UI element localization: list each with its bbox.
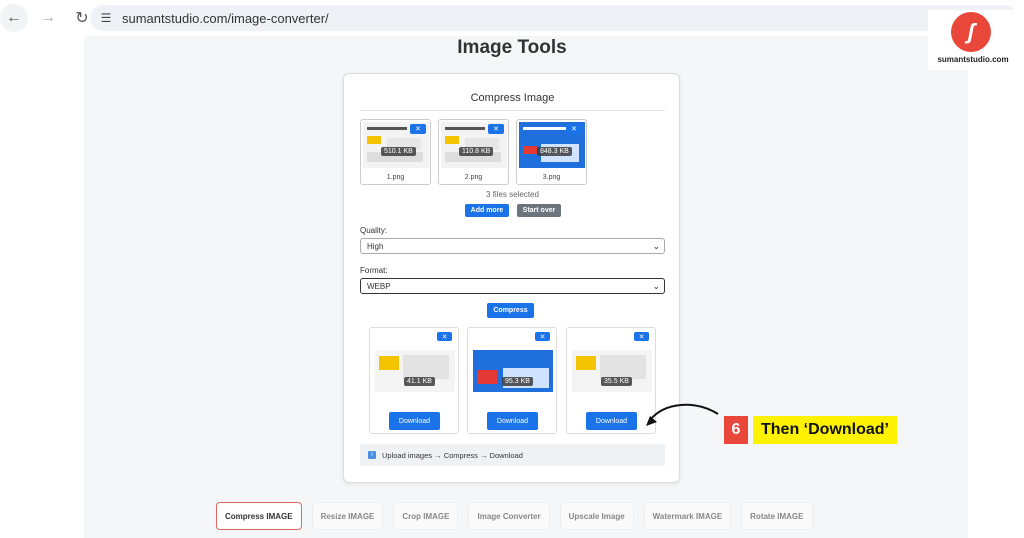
tab-crop-image[interactable]: Crop IMAGE (393, 502, 459, 530)
quality-select[interactable]: High ⌄ (360, 238, 665, 254)
quality-label: Quality: (360, 226, 388, 235)
format-select[interactable]: WEBP ⌄ (360, 278, 665, 294)
back-icon[interactable]: ← (0, 4, 28, 32)
download-button[interactable]: Download (389, 412, 440, 430)
tab-resize-image[interactable]: Resize IMAGE (311, 502, 384, 530)
remove-icon[interactable]: ✕ (437, 332, 452, 341)
workflow-hint: i Upload images → Compress → Download (360, 444, 665, 466)
tab-watermark-image[interactable]: Watermark IMAGE (643, 502, 732, 530)
result-size-badge: 41.1 KB (404, 377, 435, 386)
thumbnail-card: ✕ 848.3 KB 3.png (516, 119, 587, 185)
format-label: Format: (360, 266, 388, 275)
site-settings-icon[interactable]: ☰ (98, 10, 114, 26)
add-more-button[interactable]: Add more (465, 204, 509, 217)
step-text: Then ‘Download’ (753, 416, 897, 444)
thumbnail-card: ✕ 110.8 KB 2.png (438, 119, 509, 185)
remove-icon[interactable]: ✕ (488, 124, 504, 134)
files-selected-text: 3 files selected (486, 190, 539, 199)
file-size-badge: 110.8 KB (459, 147, 494, 156)
result-size-badge: 35.5 KB (601, 377, 632, 386)
compress-button[interactable]: Compress (487, 303, 534, 318)
page-title: Image Tools (457, 37, 567, 58)
compress-card: Compress Image ✕ 510.1 KB 1.png ✕ 110.8 … (343, 73, 680, 483)
browser-toolbar: ← → ↻ ☰ sumantstudio.com/image-converter… (0, 0, 1024, 36)
result-card: ✕ 95.3 KB Download (467, 327, 557, 434)
file-size-badge: 848.3 KB (537, 147, 572, 156)
step-callout: 6 Then ‘Download’ (724, 416, 897, 444)
step-number: 6 (724, 416, 748, 444)
file-size-badge: 510.1 KB (381, 147, 416, 156)
address-bar[interactable]: ☰ sumantstudio.com/image-converter/ (90, 5, 1018, 31)
chevron-down-icon: ⌄ (652, 241, 660, 251)
tab-upscale-image[interactable]: Upscale Image (559, 502, 634, 530)
brand-logo-icon: ʃ (951, 12, 991, 52)
quality-value: High (367, 241, 384, 251)
start-over-button[interactable]: Start over (517, 204, 561, 217)
file-name: 1.png (386, 174, 405, 181)
tab-image-converter[interactable]: Image Converter (468, 502, 550, 530)
tab-rotate-image[interactable]: Rotate IMAGE (741, 502, 813, 530)
pointer-arrow-icon (646, 403, 719, 426)
remove-icon[interactable]: ✕ (410, 124, 426, 134)
brand-watermark: ʃ sumantstudio.com (928, 10, 1018, 70)
result-size-badge: 95.3 KB (502, 377, 533, 386)
card-title: Compress Image (470, 92, 555, 104)
tool-tabs: Compress IMAGE Resize IMAGE Crop IMAGE I… (216, 502, 823, 532)
divider (360, 110, 665, 111)
remove-icon[interactable]: ✕ (566, 124, 582, 134)
hint-text: Upload images → Compress → Download (382, 450, 523, 460)
thumbnail-card: ✕ 510.1 KB 1.png (360, 119, 431, 185)
brand-name: sumantstudio.com (937, 55, 1009, 64)
remove-icon[interactable]: ✕ (634, 332, 649, 341)
download-button[interactable]: Download (586, 412, 637, 430)
file-name: 3.png (542, 174, 561, 181)
chevron-down-icon: ⌄ (652, 281, 660, 291)
format-value: WEBP (367, 281, 391, 291)
download-button[interactable]: Download (487, 412, 538, 430)
file-name: 2.png (464, 174, 483, 181)
info-icon: i (368, 451, 376, 459)
url-text: sumantstudio.com/image-converter/ (122, 10, 329, 26)
tab-compress-image[interactable]: Compress IMAGE (216, 502, 302, 530)
remove-icon[interactable]: ✕ (535, 332, 550, 341)
forward-icon[interactable]: → (34, 4, 62, 32)
result-card: ✕ 41.1 KB Download (369, 327, 459, 434)
